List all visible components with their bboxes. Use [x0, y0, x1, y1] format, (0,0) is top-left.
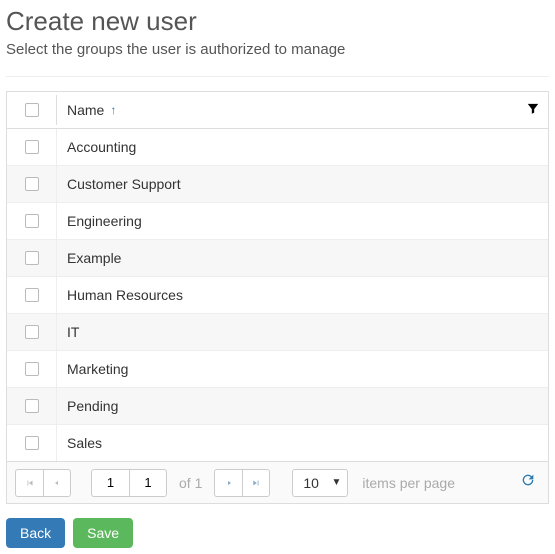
prev-page-button[interactable]	[43, 469, 71, 497]
group-name: Marketing	[67, 361, 128, 377]
row-checkbox[interactable]	[25, 140, 39, 154]
row-check-cell	[7, 425, 57, 461]
group-name: Pending	[67, 398, 118, 414]
row-name-cell: Human Resources	[57, 277, 548, 313]
row-checkbox[interactable]	[25, 214, 39, 228]
last-page-button[interactable]	[242, 469, 270, 497]
of-label: of 1	[179, 475, 202, 491]
pager: of 1 10 ▼ items per page	[7, 461, 548, 503]
row-checkbox[interactable]	[25, 177, 39, 191]
table-row: Engineering	[7, 203, 548, 240]
row-check-cell	[7, 203, 57, 239]
divider	[6, 76, 549, 77]
row-check-cell	[7, 129, 57, 165]
row-check-cell	[7, 314, 57, 350]
row-check-cell	[7, 166, 57, 202]
group-name: IT	[67, 324, 79, 340]
select-all-checkbox[interactable]	[25, 103, 39, 117]
group-name: Customer Support	[67, 176, 181, 192]
table-row: Example	[7, 240, 548, 277]
row-name-cell: Accounting	[57, 129, 548, 165]
first-page-button[interactable]	[15, 469, 43, 497]
table-row: Accounting	[7, 129, 548, 166]
grid-body: Accounting Customer Support Engineering Exa…	[7, 129, 548, 461]
column-header-label: Name	[67, 102, 104, 118]
column-header-name[interactable]: Name ↑	[57, 92, 548, 128]
page-size-select[interactable]: 10 ▼	[292, 469, 348, 497]
table-row: IT	[7, 314, 548, 351]
groups-grid: Name ↑ Accounting Customer Support Enginee…	[6, 91, 549, 504]
row-name-cell: Sales	[57, 425, 548, 461]
table-row: Human Resources	[7, 277, 548, 314]
group-name: Engineering	[67, 213, 142, 229]
row-check-cell	[7, 351, 57, 387]
table-row: Sales	[7, 425, 548, 461]
row-name-cell: Engineering	[57, 203, 548, 239]
row-checkbox[interactable]	[25, 325, 39, 339]
row-name-cell: Pending	[57, 388, 548, 424]
next-page-button[interactable]	[214, 469, 242, 497]
row-check-cell	[7, 240, 57, 276]
row-name-cell: Marketing	[57, 351, 548, 387]
save-button[interactable]: Save	[73, 518, 133, 548]
row-checkbox[interactable]	[25, 399, 39, 413]
row-checkbox[interactable]	[25, 436, 39, 450]
select-all-cell	[7, 95, 57, 125]
group-name: Example	[67, 250, 121, 266]
row-checkbox[interactable]	[25, 288, 39, 302]
row-check-cell	[7, 277, 57, 313]
row-name-cell: Example	[57, 240, 548, 276]
page-subtitle: Select the groups the user is authorized…	[6, 41, 549, 58]
page-size-value: 10	[303, 475, 319, 491]
refresh-button[interactable]	[516, 468, 540, 497]
back-button[interactable]: Back	[6, 518, 65, 548]
row-checkbox[interactable]	[25, 251, 39, 265]
caret-down-icon: ▼	[331, 477, 341, 488]
page-input[interactable]	[91, 469, 129, 497]
row-checkbox[interactable]	[25, 362, 39, 376]
row-name-cell: IT	[57, 314, 548, 350]
table-row: Customer Support	[7, 166, 548, 203]
group-name: Human Resources	[67, 287, 183, 303]
page-input-2[interactable]	[129, 469, 167, 497]
filter-icon[interactable]	[526, 102, 540, 119]
page-title: Create new user	[6, 6, 549, 37]
group-name: Sales	[67, 435, 102, 451]
group-name: Accounting	[67, 139, 136, 155]
row-name-cell: Customer Support	[57, 166, 548, 202]
action-bar: Back Save	[6, 518, 549, 548]
sort-asc-icon: ↑	[110, 103, 116, 117]
row-check-cell	[7, 388, 57, 424]
grid-header-row: Name ↑	[7, 92, 548, 129]
table-row: Pending	[7, 388, 548, 425]
items-per-page-label: items per page	[362, 475, 455, 491]
table-row: Marketing	[7, 351, 548, 388]
